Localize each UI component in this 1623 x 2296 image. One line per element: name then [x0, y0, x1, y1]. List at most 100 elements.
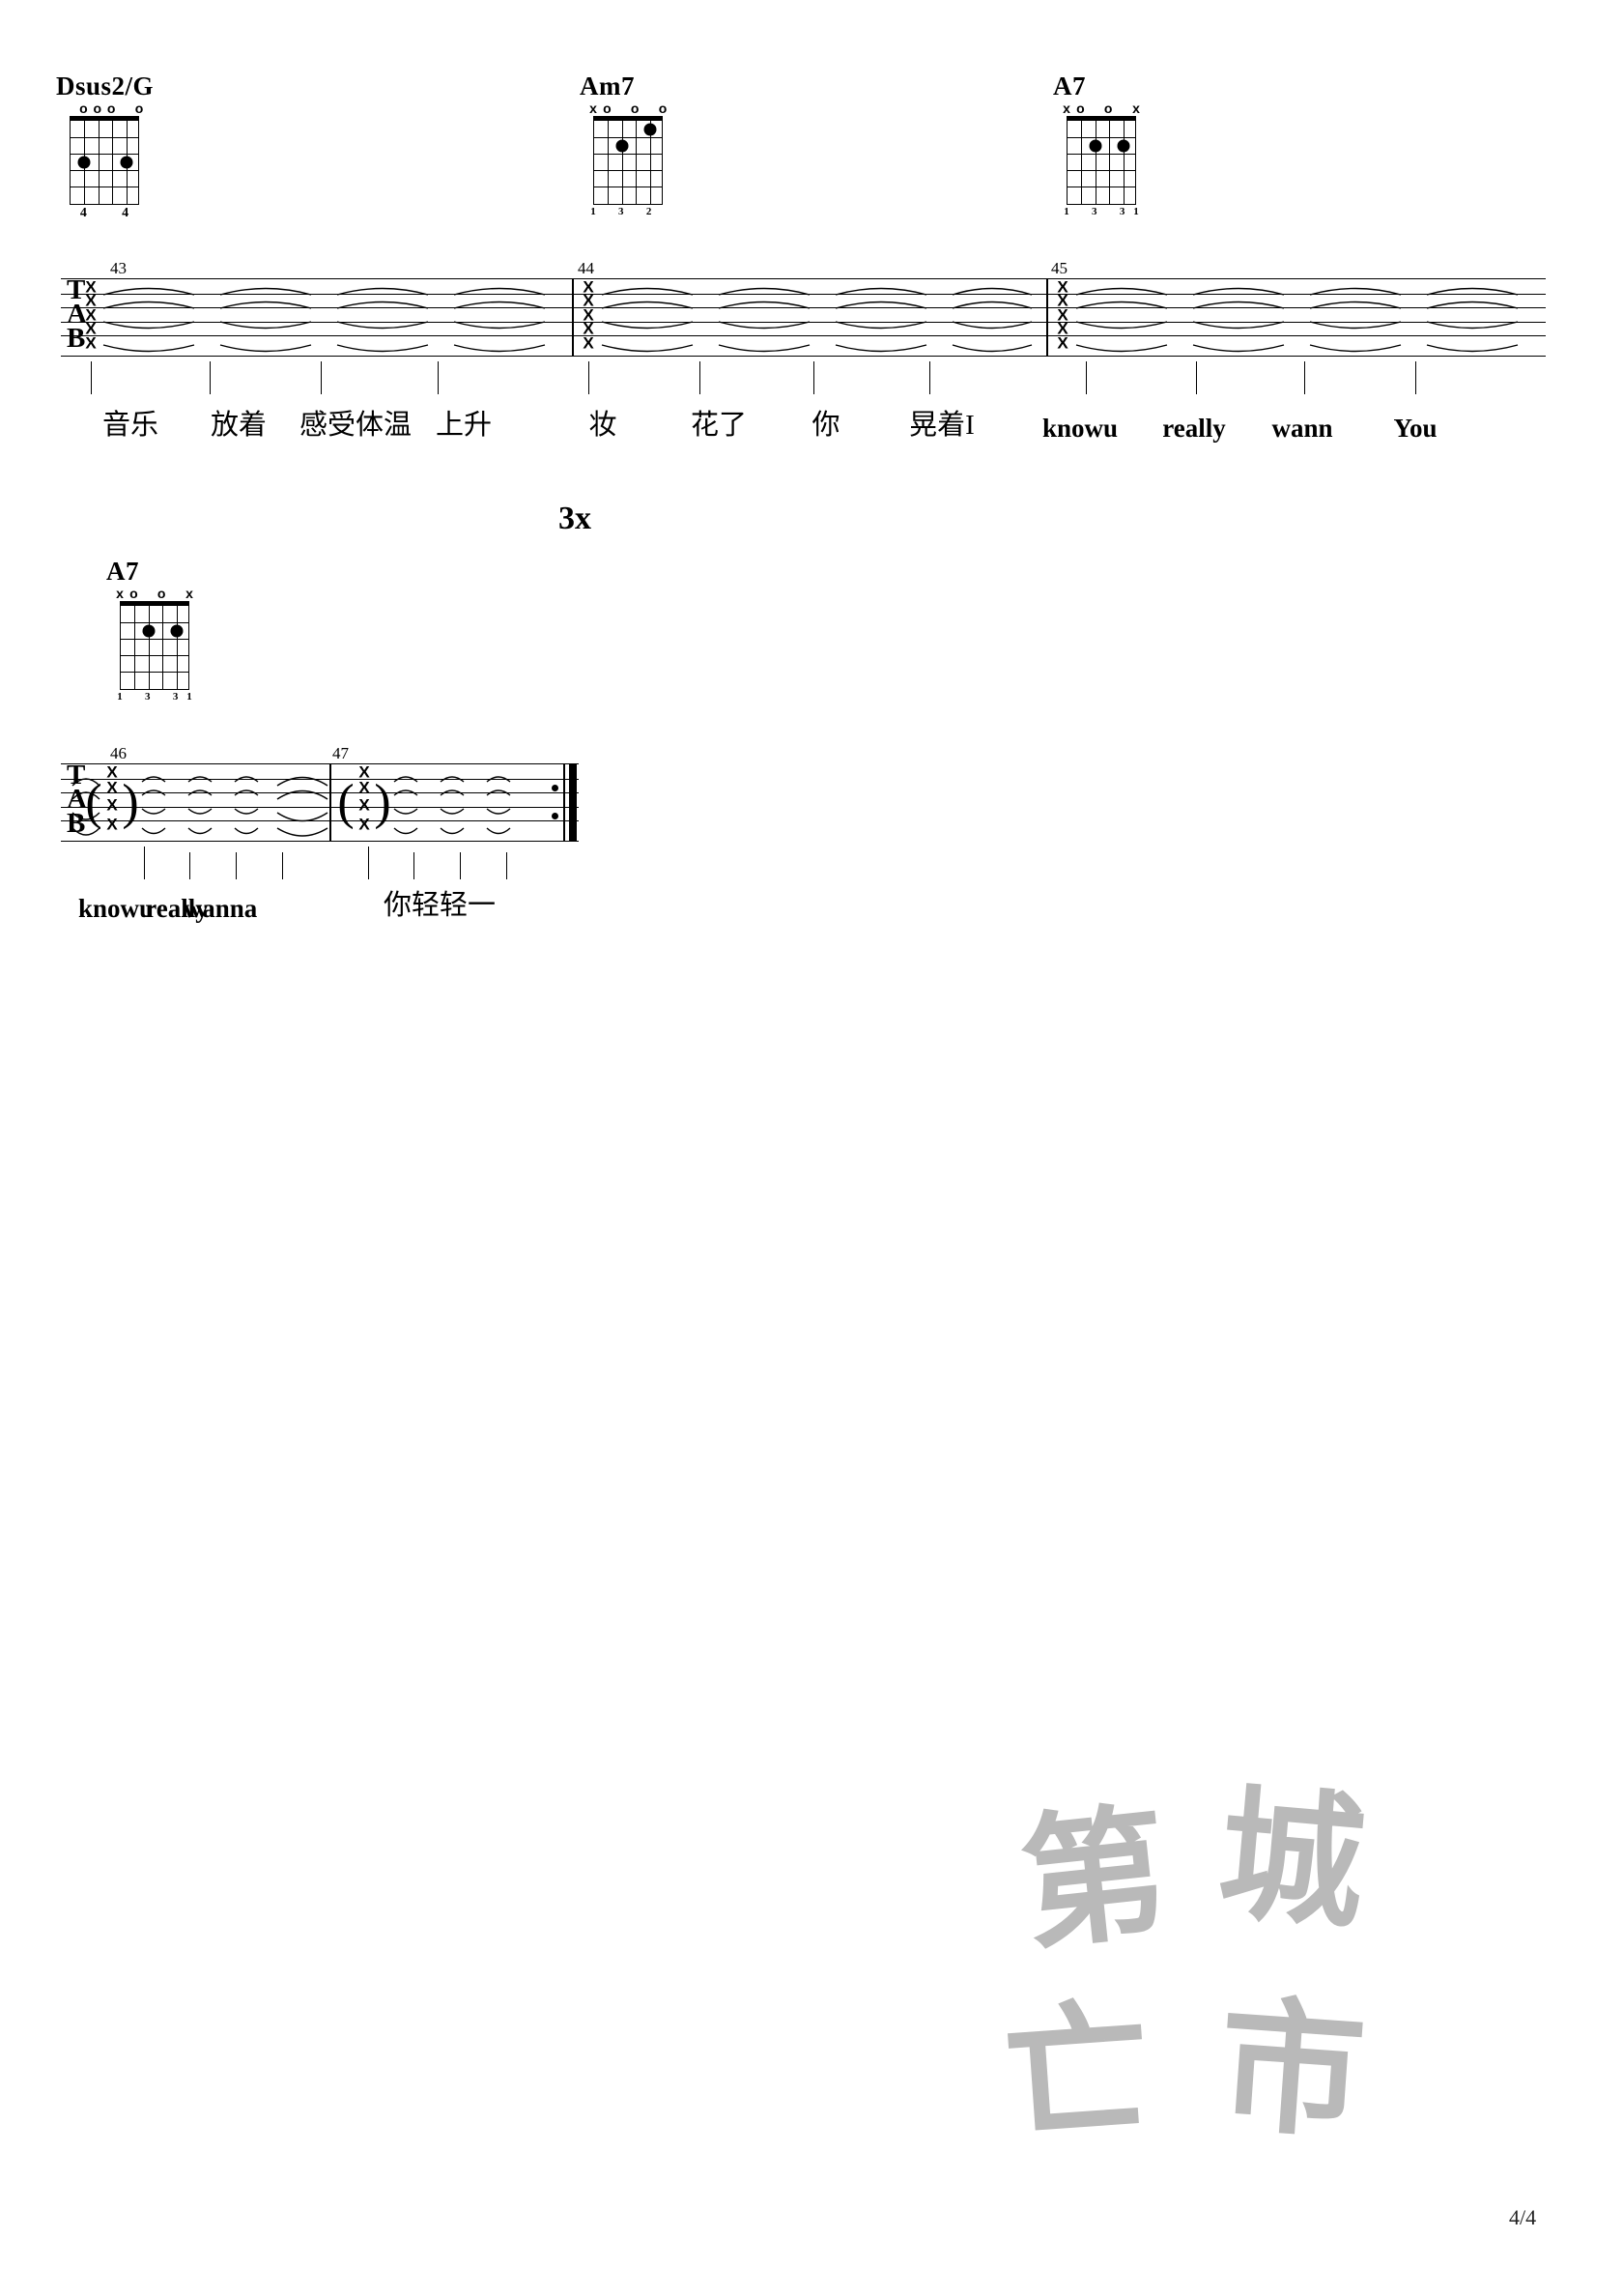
chord-open-markers: x o o x [116, 586, 193, 601]
marker-string-1: o [658, 100, 668, 116]
tab-staff-1: TAB X X X X X X X X X X X X X X X [61, 276, 1546, 357]
lyric-syllable: 晃着I [909, 410, 975, 441]
watermark: 第 城 亡 市 [995, 1770, 1381, 2165]
chord-name: Am7 [580, 72, 635, 100]
lyric-syllable: 花了 [690, 410, 748, 441]
lyric-syllable: knowu [1041, 414, 1119, 443]
chord-name: Dsus2/G [56, 72, 155, 100]
rhythm-stem [189, 852, 191, 879]
chord-diagram-am7: Am7 x o o o 1 3 2 [580, 73, 696, 220]
rhythm-stem [1086, 361, 1088, 394]
rhythm-stem [929, 361, 931, 394]
chord-open-markers: x o o o [589, 100, 667, 116]
strum-arcs [102, 287, 1519, 353]
finger-number: 1 [117, 691, 123, 703]
marker-string-5: o [129, 586, 138, 601]
chord-diagram-a7-2: A7 x o o x 1 3 3 1 [106, 559, 222, 705]
chord-dot [77, 156, 91, 169]
lyric-syllable: 上升 [435, 410, 493, 441]
rhythm-stem [1415, 361, 1417, 394]
lyric-syllable: 感受体温 [299, 410, 413, 441]
tab-staff-2: TAB ( ) X X X X ( ) X X X X [61, 761, 579, 842]
watermark-char: 市 [1213, 1981, 1370, 2161]
finger-number: 3 [145, 691, 151, 703]
lyric-syllable: 音乐 [101, 410, 159, 441]
chord-dot [142, 624, 156, 638]
finger-number: 3 [172, 691, 179, 703]
marker-string-6: x [589, 100, 597, 116]
repeat-end-barline [552, 764, 579, 841]
chord-fingering: 1 3 3 1 [1064, 205, 1139, 220]
lyric-syllable: 放着 [210, 410, 268, 441]
measure-number-47: 47 [332, 744, 349, 762]
rhythm-stem [506, 852, 508, 879]
marker-string-4: o [93, 100, 102, 116]
rhythm-stem [588, 361, 590, 394]
marker-string-1: x [185, 586, 193, 601]
chord-fretboard [593, 116, 663, 205]
chord-dot [170, 624, 184, 638]
chord-dot [615, 139, 629, 153]
chord-open-markers: o o o o [70, 100, 143, 116]
finger-number: 1 [1133, 206, 1139, 217]
chord-fingering: 1 3 2 [590, 205, 663, 220]
rhythm-stem [321, 361, 323, 394]
marker-string-1: x [1132, 100, 1140, 116]
measure-number-43: 43 [110, 259, 127, 277]
watermark-char: 亡 [999, 1983, 1155, 2163]
rhythm-stem [413, 852, 415, 879]
chord-fingering: 1 3 3 1 [117, 690, 192, 705]
repeat-count-label: 3x [558, 501, 591, 536]
rhythm-stem [438, 361, 440, 394]
finger-number: 3 [1119, 206, 1125, 217]
marker-string-3: o [630, 100, 640, 116]
finger-number: 3 [618, 206, 624, 217]
finger-number: 3 [1092, 206, 1097, 217]
rhythm-stem [460, 852, 462, 879]
rhythm-stem [282, 852, 284, 879]
finger-number: 4 [122, 206, 129, 220]
chord-name: A7 [1053, 72, 1086, 100]
chord-dot [643, 123, 657, 136]
lyric-syllable: wanna [183, 894, 258, 923]
chord-dot [120, 156, 133, 169]
chord-fingering: 4 4 [70, 205, 139, 220]
measure-number-46: 46 [110, 744, 127, 762]
marker-string-6: x [1063, 100, 1070, 116]
marker-string-5: o [79, 100, 88, 116]
chord-dot [1089, 139, 1102, 153]
lyric-syllable: knowu [77, 894, 155, 923]
lyric-syllable: You [1393, 414, 1438, 443]
rhythm-stem [1304, 361, 1306, 394]
watermark-char: 城 [1211, 1769, 1372, 1951]
chord-fretboard [70, 116, 139, 205]
lyric-syllable: really [1162, 414, 1226, 443]
marker-string-3: o [157, 586, 166, 601]
chord-diagram-dsus2g: Dsus2/G o o o o 4 4 [56, 72, 172, 221]
chord-fretboard [120, 601, 189, 690]
rhythm-stem [210, 361, 212, 394]
measure-number-45: 45 [1051, 259, 1068, 277]
chord-diagram-a7: A7 x o o x 1 3 3 1 [1053, 73, 1169, 220]
finger-number: 1 [186, 691, 192, 703]
sheet-music-page: Dsus2/G o o o o 4 4 Am7 x o o o 1 3 2 A7… [0, 0, 1623, 2296]
finger-number: 1 [1064, 206, 1069, 217]
lyric-syllable: wann [1271, 414, 1333, 443]
page-number: 4/4 [1509, 2205, 1537, 2229]
finger-number: 1 [590, 206, 596, 217]
finger-number: 4 [79, 206, 87, 220]
rhythm-stem [91, 361, 93, 394]
rhythm-stem [699, 361, 701, 394]
system-2: A7 x o o x 1 3 3 1 46 47 T A B () X X X… [0, 551, 1623, 923]
system-1: Dsus2/G o o o o 4 4 Am7 x o o o 1 3 2 A7… [0, 0, 1623, 536]
chord-open-markers: x o o x [1063, 100, 1140, 116]
finger-number: 2 [645, 206, 652, 217]
rhythm-stem [144, 847, 146, 879]
chord-fretboard [1067, 116, 1136, 205]
rhythm-stem [236, 852, 238, 879]
marker-string-3: o [1103, 100, 1113, 116]
rhythm-stem [813, 361, 815, 394]
marker-string-6: x [116, 586, 124, 601]
rhythm-stem [368, 847, 370, 879]
watermark-char: 第 [1013, 1788, 1176, 1971]
